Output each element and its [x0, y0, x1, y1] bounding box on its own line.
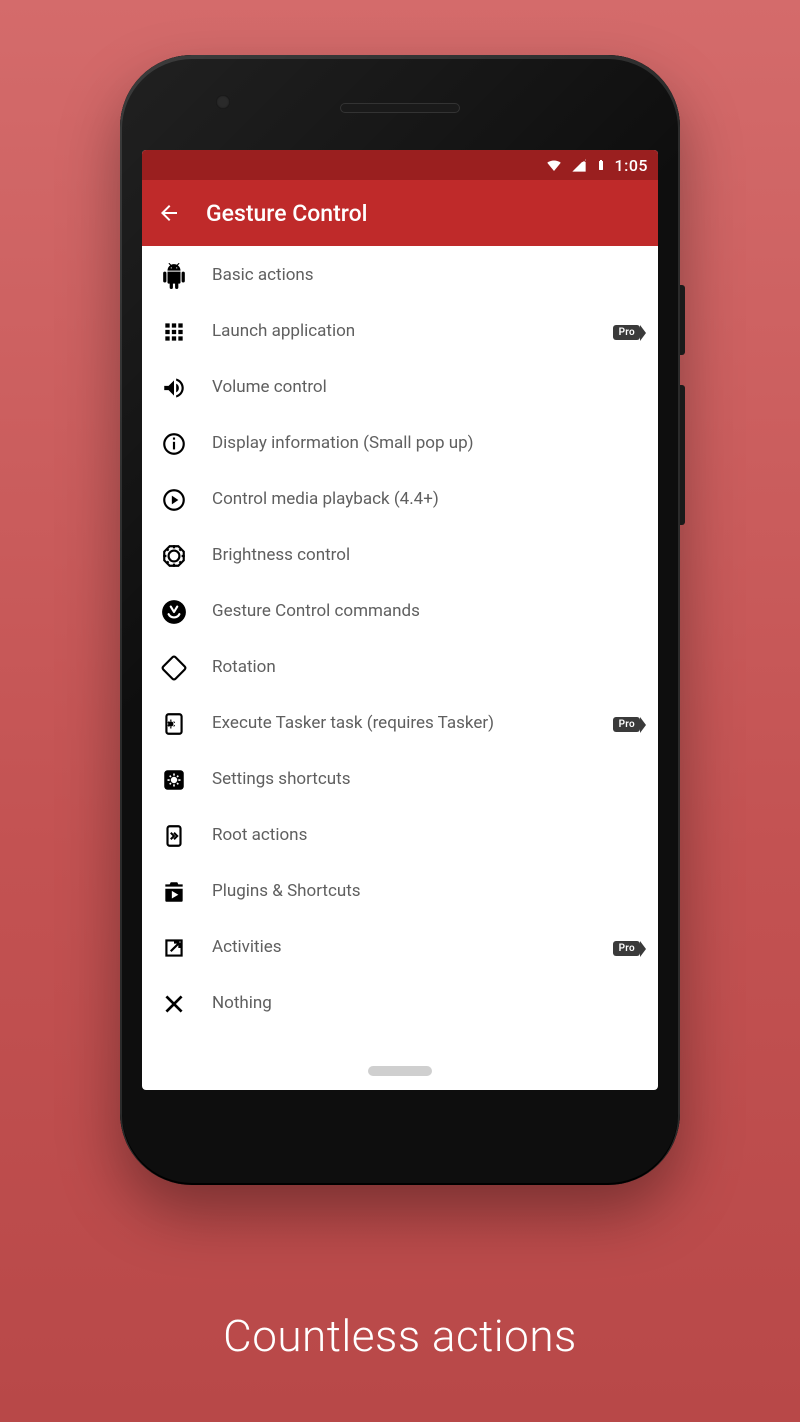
action-tasker[interactable]: Execute Tasker task (requires Tasker) Pr… — [142, 696, 658, 752]
action-label: Settings shortcuts — [212, 769, 640, 790]
action-nothing[interactable]: Nothing — [142, 976, 658, 1032]
battery-icon — [595, 156, 607, 174]
action-label: Brightness control — [212, 545, 640, 566]
volume-icon — [160, 374, 188, 402]
action-label: Execute Tasker task (requires Tasker) — [212, 713, 589, 734]
wifi-icon — [545, 156, 563, 174]
root-icon — [160, 822, 188, 850]
action-media-playback[interactable]: Control media playback (4.4+) — [142, 472, 658, 528]
action-display-info[interactable]: Display information (Small pop up) — [142, 416, 658, 472]
app-bar-title: Gesture Control — [206, 200, 368, 227]
play-circle-icon — [160, 486, 188, 514]
phone-frame: 1:05 Gesture Control Basic actions Launc… — [120, 55, 680, 1185]
action-brightness[interactable]: Brightness control — [142, 528, 658, 584]
brightness-icon — [160, 542, 188, 570]
action-activities[interactable]: Activities Pro — [142, 920, 658, 976]
action-gesture-commands[interactable]: Gesture Control commands — [142, 584, 658, 640]
action-rotation[interactable]: Rotation — [142, 640, 658, 696]
action-label: Activities — [212, 937, 589, 958]
action-label: Display information (Small pop up) — [212, 433, 640, 454]
action-list: Basic actions Launch application Pro Vol… — [142, 246, 658, 1032]
arrow-back-icon — [157, 201, 181, 225]
action-settings-shortcuts[interactable]: Settings shortcuts — [142, 752, 658, 808]
phone-volume-button — [680, 385, 685, 525]
marketing-caption: Countless actions — [0, 1310, 800, 1362]
close-icon — [160, 990, 188, 1018]
app-bar: Gesture Control — [142, 180, 658, 246]
android-icon — [160, 262, 188, 290]
pro-badge: Pro — [613, 717, 640, 732]
status-bar: 1:05 — [142, 150, 658, 180]
back-button[interactable] — [156, 200, 182, 226]
action-launch-app[interactable]: Launch application Pro — [142, 304, 658, 360]
action-plugins-shortcuts[interactable]: Plugins & Shortcuts — [142, 864, 658, 920]
action-label: Launch application — [212, 321, 589, 342]
action-label: Control media playback (4.4+) — [212, 489, 640, 510]
phone-earpiece — [340, 103, 460, 113]
apps-grid-icon — [160, 318, 188, 346]
open-in-new-icon — [160, 934, 188, 962]
shop-play-icon — [160, 878, 188, 906]
action-root[interactable]: Root actions — [142, 808, 658, 864]
action-label: Root actions — [212, 825, 640, 846]
pro-badge: Pro — [613, 941, 640, 956]
tasker-icon — [160, 710, 188, 738]
action-basic[interactable]: Basic actions — [142, 248, 658, 304]
sheet-drag-handle[interactable] — [368, 1066, 432, 1076]
gesture-icon — [160, 598, 188, 626]
cell-signal-icon — [571, 157, 587, 173]
info-icon — [160, 430, 188, 458]
phone-power-button — [680, 285, 685, 355]
action-label: Plugins & Shortcuts — [212, 881, 640, 902]
status-time: 1:05 — [615, 156, 649, 175]
action-label: Gesture Control commands — [212, 601, 640, 622]
action-label: Nothing — [212, 993, 640, 1014]
action-label: Volume control — [212, 377, 640, 398]
action-volume[interactable]: Volume control — [142, 360, 658, 416]
pro-badge: Pro — [613, 325, 640, 340]
screen: 1:05 Gesture Control Basic actions Launc… — [142, 150, 658, 1090]
rotation-icon — [160, 654, 188, 682]
phone-camera — [216, 95, 230, 109]
settings-app-icon — [160, 766, 188, 794]
action-label: Rotation — [212, 657, 640, 678]
action-label: Basic actions — [212, 265, 640, 286]
